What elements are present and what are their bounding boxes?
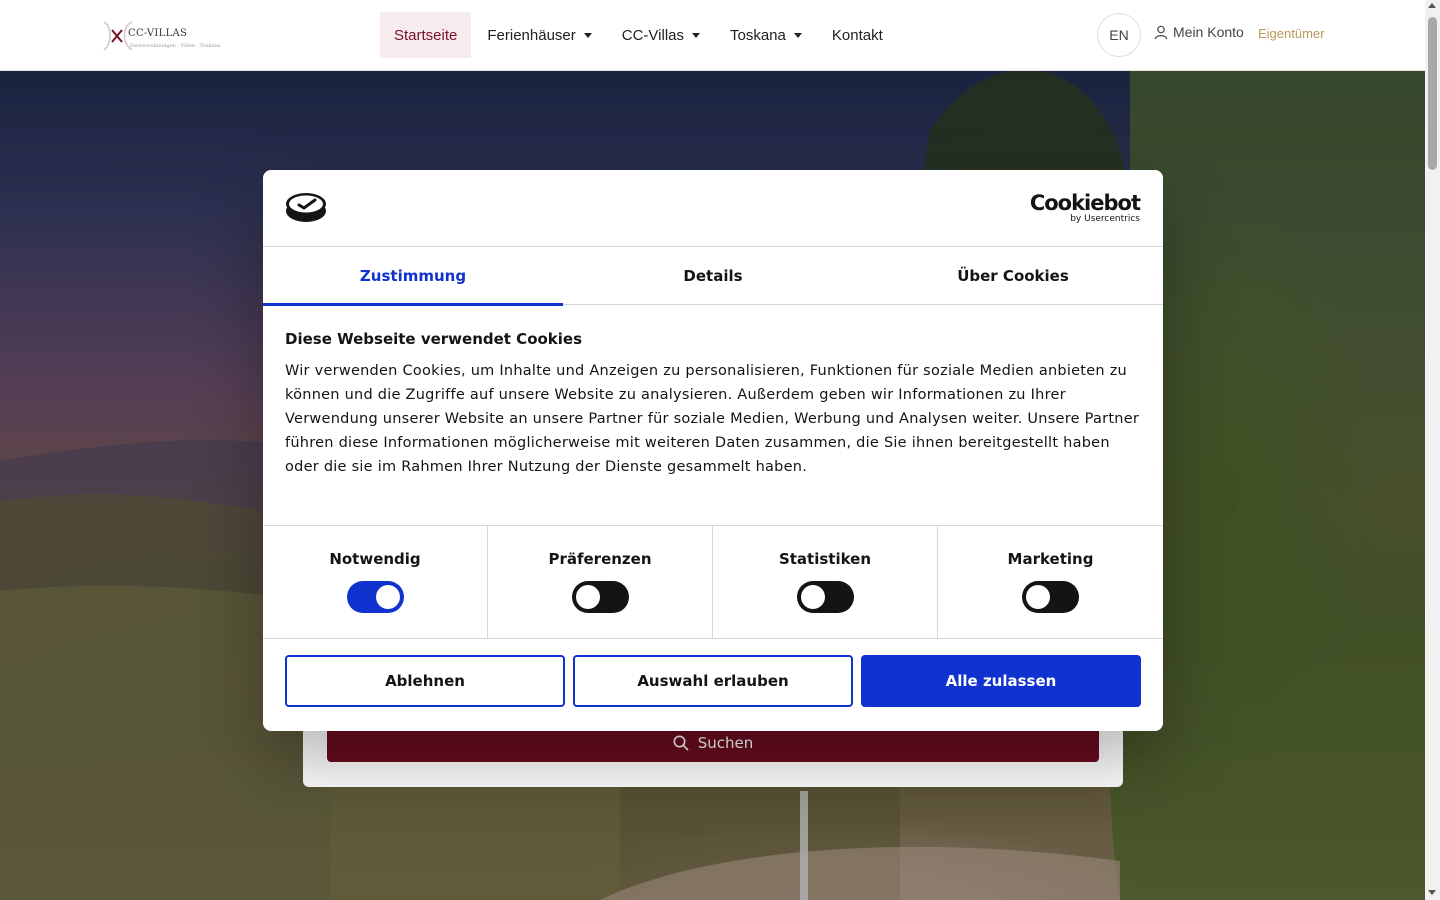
cookie-dialog-text: Wir verwenden Cookies, um Inhalte und An… [285, 363, 1140, 475]
page-scrollbar[interactable] [1425, 0, 1440, 900]
nav-label: Startseite [394, 26, 458, 44]
top-navbar: CC-VILLAS Ferienwohnungen · Villen · Tos… [0, 0, 1425, 71]
toggle-notwendig: Notwendig [263, 526, 488, 639]
notwendig-switch[interactable] [346, 581, 404, 613]
tab-zustimmung[interactable]: Zustimmung [263, 247, 563, 306]
logo-subtitle: Ferienwohnungen · Villen · Toskana [130, 43, 221, 49]
statistiken-switch[interactable] [796, 581, 854, 613]
nav-cc-villas[interactable]: CC-Villas [608, 12, 714, 58]
nav-label: Ferienhäuser [487, 26, 576, 44]
toggle-label: Statistiken [778, 550, 872, 568]
decline-button[interactable]: Ablehnen [285, 655, 565, 707]
nav-label: Toskana [730, 26, 786, 44]
logo-text: CC-VILLAS [128, 28, 188, 39]
my-account-label: Mein Konto [1173, 24, 1244, 40]
my-account-link[interactable]: Mein Konto [1154, 24, 1244, 40]
nav-toskana[interactable]: Toskana [716, 12, 816, 58]
caret-down-icon [793, 32, 802, 38]
marketing-switch[interactable] [1022, 581, 1079, 613]
site-logo[interactable]: CC-VILLAS Ferienwohnungen · Villen · Tos… [100, 16, 221, 54]
caret-down-icon [692, 32, 700, 38]
allow-selection-button[interactable]: Auswahl erlauben [573, 655, 853, 707]
scroll-up-arrow-icon[interactable] [1428, 3, 1436, 8]
search-button-label: Suchen [697, 734, 754, 752]
nav-label: Kontakt [831, 26, 883, 44]
cookie-category-toggles: Notwendig Präferenzen Statistiken Market… [263, 525, 1163, 639]
cookie-dialog-tabs: Zustimmung Details Über Cookies [263, 247, 1163, 306]
nav-ferienhaeuser[interactable]: Ferienhäuser [473, 12, 605, 58]
user-icon [1154, 25, 1168, 39]
nav-kontakt[interactable]: Kontakt [818, 12, 897, 58]
nav-label: CC-Villas [621, 26, 684, 44]
toggle-label: Präferenzen [548, 550, 652, 568]
owner-link[interactable]: Eigentümer [1258, 26, 1324, 41]
cookiebot-brand[interactable]: Cookiebot by Usercentrics [1029, 191, 1141, 224]
cookie-dialog-body: Diese Webseite verwendet Cookies Wir ver… [285, 328, 1141, 479]
cookiebot-brand-sub: by Usercentrics [1070, 214, 1140, 224]
praeferenzen-switch[interactable] [571, 581, 629, 613]
cookie-consent-dialog: Cookiebot by Usercentrics Zustimmung Det… [263, 170, 1163, 731]
tab-ueber-cookies[interactable]: Über Cookies [863, 247, 1163, 305]
cookie-dialog-header: Cookiebot by Usercentrics [263, 170, 1163, 247]
nav-startseite[interactable]: Startseite [380, 12, 472, 58]
main-menu: Startseite Ferienhäuser CC-Villas Toskan… [380, 12, 899, 58]
scroll-thumb[interactable] [1428, 17, 1437, 170]
tab-details[interactable]: Details [563, 247, 863, 305]
toggle-praeferenzen: Präferenzen [488, 526, 713, 639]
toggle-label: Marketing [1007, 550, 1094, 568]
allow-all-button[interactable]: Alle zulassen [861, 655, 1141, 707]
cookiebot-logo-icon [286, 193, 326, 222]
scroll-down-arrow-icon[interactable] [1428, 890, 1436, 895]
language-switch-button[interactable]: EN [1097, 13, 1141, 57]
cookie-dialog-actions: Ablehnen Auswahl erlauben Alle zulassen [285, 655, 1141, 707]
cookie-dialog-title: Diese Webseite verwendet Cookies [285, 330, 583, 348]
search-icon [673, 735, 689, 751]
toggle-statistiken: Statistiken [713, 526, 938, 639]
cookiebot-brand-name: Cookiebot [1029, 191, 1141, 215]
caret-down-icon [583, 32, 592, 38]
toggle-marketing: Marketing [938, 526, 1163, 639]
toggle-label: Notwendig [329, 550, 421, 568]
